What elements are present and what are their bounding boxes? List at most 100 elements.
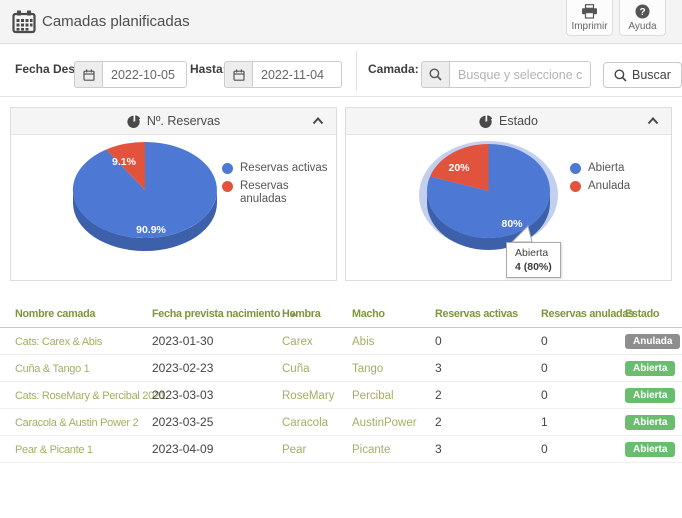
printer-icon — [582, 3, 597, 19]
macho-link[interactable]: Tango — [352, 363, 383, 375]
help-button-label: Ayuda — [628, 20, 657, 32]
search-icon — [429, 68, 442, 81]
filter-bar: Fecha Desde: Hasta: — [0, 44, 682, 97]
date-from-input[interactable] — [102, 61, 187, 88]
reservas-activas-cell: 3 — [435, 435, 541, 463]
reservas-anuladas-cell: 0 — [541, 381, 625, 409]
camada-link[interactable]: Cuña & Tango 1 — [15, 363, 90, 375]
macho-link[interactable]: Abis — [352, 336, 374, 348]
estado-panel-title: Estado — [499, 114, 538, 128]
camada-label: Camada: — [368, 62, 419, 76]
table-row: Cats: Carex & Abis 2023-01-30 Carex Abis… — [0, 327, 682, 355]
pie-label-anulada-pct: 20% — [448, 162, 470, 174]
calendar-small-icon — [82, 68, 95, 81]
print-button-label: Imprimir — [571, 20, 608, 32]
camada-search-input[interactable] — [449, 61, 591, 88]
camada-search-group — [421, 61, 591, 88]
legend-dot-blue — [222, 163, 233, 174]
table-header-row: Nombre camada Fecha prevista nacimiento ▲… — [0, 300, 682, 328]
hembra-link[interactable]: Cuña — [282, 363, 310, 375]
collapse-chevron-icon[interactable] — [312, 117, 324, 125]
col-header-reservas-activas[interactable]: Reservas activas — [435, 300, 541, 328]
reservas-anuladas-cell: 0 — [541, 435, 625, 463]
print-button[interactable]: Imprimir — [566, 0, 613, 36]
table-row: Caracola & Austin Power 2 2023-03-25 Car… — [0, 408, 682, 436]
col-header-reservas-anuladas[interactable]: Reservas anuladas — [541, 300, 634, 328]
fecha-cell: 2023-04-09 — [152, 435, 282, 463]
reservas-pie-chart[interactable]: 9.1% 90.9% — [65, 132, 225, 257]
fecha-cell: 2023-03-25 — [152, 408, 282, 436]
estado-panel-header[interactable]: Estado — [346, 108, 671, 135]
fecha-cell: 2023-01-30 — [152, 327, 282, 355]
table-row: Cuña & Tango 1 2023-02-23 Cuña Tango 3 0… — [0, 354, 682, 382]
macho-link[interactable]: Picante — [352, 444, 390, 456]
legend-label: Reservas anuladas — [240, 180, 289, 205]
reservas-panel-title: Nº. Reservas — [146, 114, 221, 128]
legend-dot-blue — [570, 163, 581, 174]
estado-badge: Abierta — [625, 442, 676, 457]
camada-link[interactable]: Pear & Picante 1 — [15, 444, 93, 456]
date-from-addon[interactable] — [74, 61, 102, 88]
col-header-hembra[interactable]: Hembra — [282, 300, 352, 328]
question-icon: ? — [635, 4, 650, 18]
hembra-link[interactable]: RoseMary — [282, 390, 334, 402]
reservas-activas-cell: 3 — [435, 354, 541, 382]
pie-label-anuladas-pct: 9.1% — [112, 156, 137, 168]
estado-badge: Abierta — [625, 415, 676, 430]
legend-dot-red — [570, 181, 581, 192]
legend-item-abierta[interactable]: Abierta — [570, 162, 630, 175]
camadas-planificadas-page: Camadas planificadas Imprimir ? Ayuda Fe… — [0, 0, 682, 518]
camadas-table: Nombre camada Fecha prevista nacimiento ▲… — [0, 300, 682, 463]
pie-chart-icon — [479, 114, 493, 128]
legend-item-reservas-activas[interactable]: Reservas activas — [222, 162, 328, 175]
camada-link[interactable]: Cats: RoseMary & Percibal 2021 — [15, 390, 166, 402]
legend-item-anulada[interactable]: Anulada — [570, 180, 630, 193]
filter-divider — [356, 51, 357, 91]
hembra-link[interactable]: Caracola — [282, 417, 328, 429]
estado-legend: Abierta Anulada — [570, 162, 630, 198]
tooltip-value: 4 (80%) — [515, 261, 552, 273]
reservas-panel-header[interactable]: Nº. Reservas — [11, 108, 336, 135]
topbar: Camadas planificadas Imprimir ? Ayuda — [0, 0, 682, 44]
camada-link[interactable]: Cats: Carex & Abis — [15, 336, 102, 348]
search-icon — [614, 69, 627, 82]
reservas-activas-cell: 2 — [435, 381, 541, 409]
svg-text:?: ? — [639, 7, 645, 18]
col-header-fecha-prevista[interactable]: Fecha prevista nacimiento ▲ — [152, 300, 298, 328]
date-to-input[interactable] — [252, 61, 342, 88]
reservas-anuladas-cell: 0 — [541, 327, 625, 355]
date-from-group — [74, 61, 187, 88]
col-header-nombre-camada[interactable]: Nombre camada — [0, 300, 152, 328]
macho-link[interactable]: AustinPower — [352, 417, 417, 429]
page-title: Camadas planificadas — [42, 13, 190, 30]
camada-search-addon[interactable] — [421, 61, 449, 88]
legend-dot-red — [222, 181, 233, 192]
estado-badge: Abierta — [625, 388, 676, 403]
reservas-anuladas-cell: 1 — [541, 408, 625, 436]
collapse-chevron-icon[interactable] — [647, 117, 659, 125]
tooltip-pointer — [510, 225, 533, 243]
macho-link[interactable]: Percibal — [352, 390, 394, 402]
date-to-group — [224, 61, 342, 88]
legend-label: Abierta — [588, 162, 625, 174]
buscar-button[interactable]: Buscar — [603, 62, 682, 88]
hembra-link[interactable]: Pear — [282, 444, 306, 456]
estado-badge: Abierta — [625, 361, 676, 376]
pie-label-activas-pct: 90.9% — [136, 224, 166, 236]
hembra-link[interactable]: Carex — [282, 336, 313, 348]
estado-badge: Anulada — [625, 334, 681, 349]
legend-item-reservas-anuladas[interactable]: Reservas anuladas — [222, 180, 328, 206]
camada-link[interactable]: Caracola & Austin Power 2 — [15, 417, 139, 429]
reservas-legend: Reservas activas Reservas anuladas — [222, 162, 328, 211]
col-header-estado[interactable]: Estado — [625, 300, 682, 328]
date-to-label: Hasta: — [190, 62, 227, 76]
reservas-activas-cell: 2 — [435, 408, 541, 436]
tooltip-series-label: Abierta — [515, 247, 549, 259]
date-to-addon[interactable] — [224, 61, 252, 88]
chart-tooltip: Abierta 4 (80%) — [506, 242, 561, 278]
col-header-macho[interactable]: Macho — [352, 300, 435, 328]
legend-label: Anulada — [588, 180, 631, 192]
help-button[interactable]: ? Ayuda — [619, 0, 666, 36]
calendar-icon — [12, 10, 36, 34]
pie-chart-icon — [127, 114, 140, 128]
